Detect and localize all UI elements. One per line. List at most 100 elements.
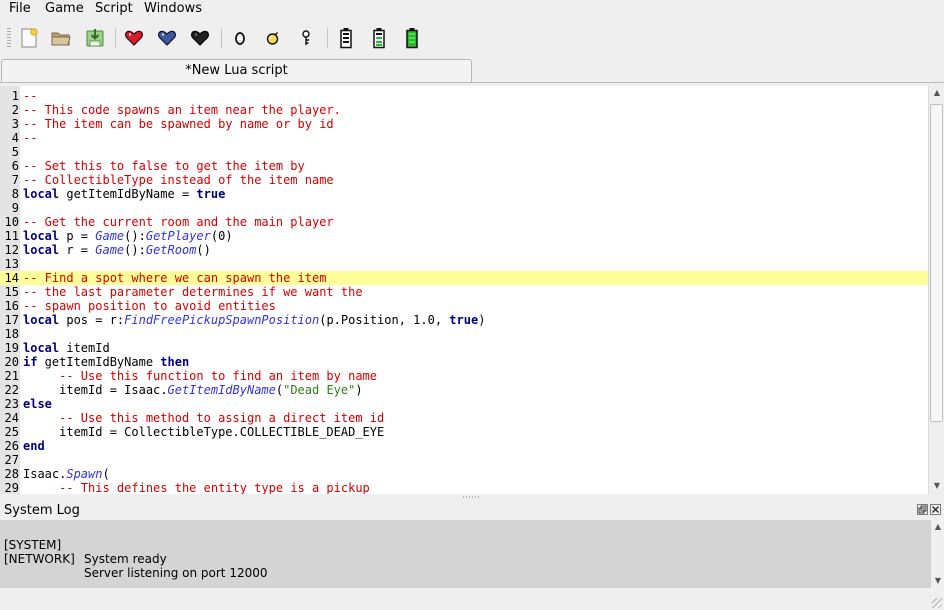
code-token-comment: -- Set this to false to get the item by — [23, 159, 305, 173]
code-line[interactable]: 5 — [0, 145, 928, 159]
new-script-button[interactable] — [16, 25, 42, 51]
code-line[interactable]: 23 else — [0, 397, 928, 411]
code-token-comment: -- Find a spot where we can spawn the it… — [23, 271, 327, 285]
system-log-output[interactable]: [SYSTEM] System ready [NETWORK] Server l… — [0, 520, 930, 588]
menu-script[interactable]: Script — [95, 1, 133, 17]
spawn-bomb-button[interactable] — [260, 25, 286, 51]
code-text: -- Use this function to find an item by … — [23, 369, 377, 383]
code-token-comment: -- Use this method to assign a direct it… — [59, 411, 385, 425]
code-line[interactable]: 9 — [0, 201, 928, 215]
code-token-plain: pos = r: — [59, 313, 125, 327]
code-line[interactable]: 27 — [0, 453, 928, 467]
code-token-keyword: end — [23, 439, 45, 453]
spawn-battery-empty-button[interactable] — [333, 25, 359, 51]
code-line[interactable]: 15 -- the last parameter determines if we… — [0, 285, 928, 299]
code-line[interactable]: 20 if getItemIdByName then — [0, 355, 928, 369]
code-line[interactable]: 3 -- The item can be spawned by name or b… — [0, 117, 928, 131]
open-button[interactable] — [48, 25, 74, 51]
code-line[interactable]: 13 — [0, 257, 928, 271]
float-panel-button[interactable] — [917, 504, 928, 515]
scroll-up-arrow-icon[interactable]: ▲ — [931, 87, 943, 99]
line-number: 19 — [4, 341, 19, 355]
spawn-battery-full-button[interactable] — [399, 25, 425, 51]
menu-file[interactable]: File — [9, 1, 31, 17]
toolbar — [0, 20, 944, 56]
code-line[interactable]: 7 -- CollectibleType instead of the item … — [0, 173, 928, 187]
code-text: -- the last parameter determines if we w… — [23, 285, 363, 299]
code-line[interactable]: 19 local itemId — [0, 341, 928, 355]
code-line[interactable]: 16 -- spawn position to avoid entities — [0, 299, 928, 313]
spawn-soul-heart-button[interactable] — [154, 25, 180, 51]
code-token-keyword: then — [160, 355, 190, 369]
editor-vertical-scrollbar[interactable]: ▲ ▼ — [928, 86, 944, 494]
line-number: 26 — [4, 439, 19, 453]
code-line[interactable]: 11 local p = Game():GetPlayer(0) — [0, 229, 928, 243]
line-number: 16 — [4, 299, 19, 313]
save-button[interactable] — [82, 25, 108, 51]
code-text: -- spawn position to avoid entities — [23, 299, 276, 313]
code-text: -- — [23, 89, 37, 103]
code-text: -- Get the current room and the main pla… — [23, 215, 334, 229]
code-token-comment: -- spawn position to avoid entities — [23, 299, 276, 313]
code-text: end — [23, 439, 45, 453]
code-text: Isaac.Spawn( — [23, 467, 110, 481]
code-editor[interactable]: 1 -- 2 -- This code spawns an item near the… — [0, 86, 928, 494]
line-number: 11 — [4, 229, 19, 243]
log-vertical-scrollbar[interactable]: ▲ ▼ — [930, 520, 944, 588]
close-icon — [932, 506, 939, 513]
code-line[interactable]: 28 Isaac.Spawn( — [0, 467, 928, 481]
toolbar-grip[interactable] — [7, 28, 11, 48]
menu-windows[interactable]: Windows — [144, 1, 202, 17]
code-line[interactable]: 22 itemId = Isaac.GetItemIdByName("Dead … — [0, 383, 928, 397]
spawn-key-button[interactable] — [293, 25, 319, 51]
code-token-comment: -- Get the current room and the main pla… — [23, 215, 334, 229]
code-line[interactable]: 21 -- Use this function to find an item … — [0, 369, 928, 383]
code-token-comment: -- Use this function to find an item by … — [59, 369, 378, 383]
window-resize-grip[interactable] — [932, 598, 942, 608]
open-folder-icon — [51, 32, 71, 46]
editor-scroll-thumb[interactable] — [930, 104, 943, 422]
code-line[interactable]: 8 local getItemIdByName = true — [0, 187, 928, 201]
line-number: 3 — [11, 117, 19, 131]
menu-game[interactable]: Game — [45, 1, 84, 17]
code-line[interactable]: 25 itemId = CollectibleType.COLLECTIBLE_… — [0, 425, 928, 439]
code-token-plain: (0) — [210, 229, 233, 243]
spawn-black-heart-button[interactable] — [187, 25, 213, 51]
code-line[interactable]: 17 local pos = r:FindFreePickupSpawnPosit… — [0, 313, 928, 327]
code-line[interactable]: 1 -- — [0, 89, 928, 103]
battery-half-icon — [373, 28, 385, 49]
code-line[interactable]: 18 — [0, 327, 928, 341]
code-line[interactable]: 26 end — [0, 439, 928, 453]
line-number: 27 — [4, 453, 19, 467]
spawn-battery-half-button[interactable] — [366, 25, 392, 51]
close-panel-button[interactable] — [930, 504, 941, 515]
code-token-func: FindFreePickupSpawnPosition — [124, 313, 320, 327]
code-token-keyword: local — [23, 229, 60, 243]
tab-bar-border — [0, 82, 944, 83]
spawn-red-heart-button[interactable] — [121, 25, 147, 51]
scroll-down-arrow-icon[interactable]: ▼ — [931, 480, 943, 492]
code-token-keyword: local — [23, 313, 60, 327]
code-text: local itemId — [23, 341, 110, 355]
log-entry-message: System ready — [84, 552, 167, 566]
line-number: 25 — [4, 425, 19, 439]
code-line[interactable]: 4 -- — [0, 131, 928, 145]
line-number: 4 — [11, 131, 19, 145]
scroll-up-arrow-icon[interactable]: ▲ — [932, 521, 944, 533]
code-text: local pos = r:FindFreePickupSpawnPositio… — [23, 313, 485, 327]
code-token-comment: -- — [23, 131, 38, 145]
code-line[interactable]: 6 -- Set this to false to get the item by — [0, 159, 928, 173]
code-line[interactable]: 10 -- Get the current room and the main p… — [0, 215, 928, 229]
spawn-coin-button[interactable] — [227, 25, 253, 51]
tab-new-lua-script[interactable]: *New Lua script — [1, 59, 472, 83]
code-line[interactable]: 14 -- Find a spot where we can spawn the … — [0, 271, 928, 285]
code-line[interactable]: 24 -- Use this method to assign a direct… — [0, 411, 928, 425]
code-text: local p = Game():GetPlayer(0) — [23, 229, 233, 243]
scroll-down-arrow-icon[interactable]: ▼ — [932, 575, 944, 587]
line-number: 10 — [4, 215, 19, 229]
code-line[interactable]: 29 -- This defines the entity type is a … — [0, 481, 928, 494]
code-token-func: GetPlayer — [145, 229, 211, 243]
code-line[interactable]: 12 local r = Game():GetRoom() — [0, 243, 928, 257]
code-line[interactable]: 2 -- This code spawns an item near the pl… — [0, 103, 928, 117]
